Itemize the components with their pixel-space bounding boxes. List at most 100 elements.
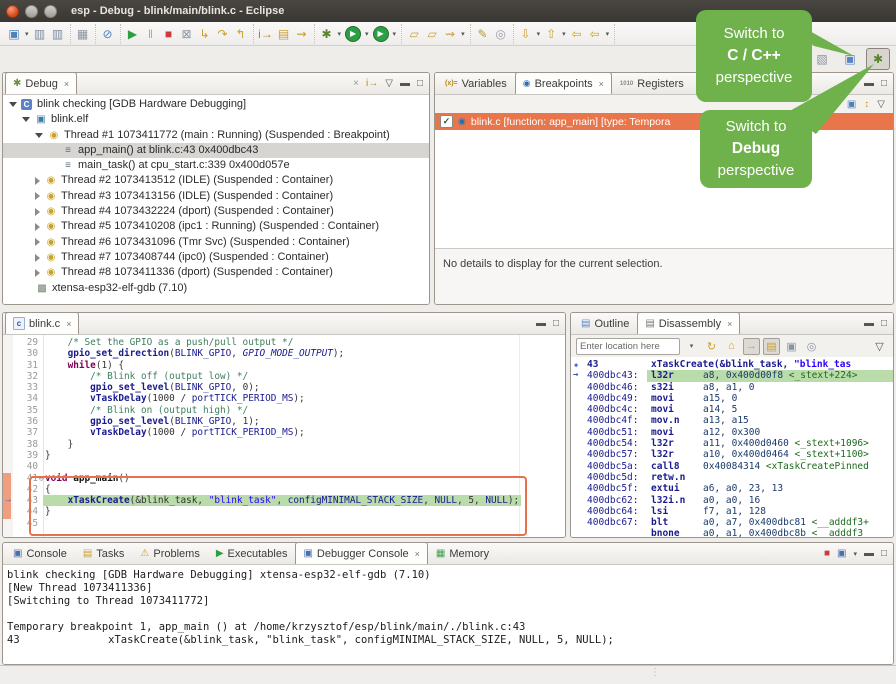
nav-back-icon[interactable]: ⇦ <box>568 25 586 43</box>
tab-memory[interactable]: ▦ Memory <box>428 542 497 564</box>
dropdown-icon[interactable]: ▾ <box>393 30 397 38</box>
dropdown-icon[interactable]: ▾ <box>537 30 541 38</box>
maximize-icon[interactable]: □ <box>881 78 887 89</box>
disasm-instruction[interactable]: 400dbc4f:mov.na13, a15 <box>571 415 893 426</box>
maximize-icon[interactable]: □ <box>881 548 887 559</box>
expand-arrow-icon[interactable] <box>35 192 40 200</box>
step-into-icon[interactable]: ↳ <box>196 25 214 43</box>
code-line[interactable]: 33 gpio_set_level(BLINK_GPIO, 0); <box>3 382 565 393</box>
view-menu-icon[interactable]: ▽ <box>877 99 885 110</box>
cpp-perspective-button[interactable]: ▣ <box>838 48 862 70</box>
disasm-instruction[interactable]: 400dbc67:blta0, a7, 0x400dbc81 <__adddf3… <box>571 517 893 528</box>
debug-tree-item[interactable]: ≡main_task() at cpu_start.c:339 0x400d05… <box>3 158 429 173</box>
debug-tree-item[interactable]: ▩xtensa-esp32-elf-gdb (7.10) <box>3 281 429 296</box>
resume-icon[interactable]: ▶ <box>124 25 142 43</box>
view-menu-icon[interactable]: ▽ <box>871 338 888 355</box>
disasm-instruction[interactable]: 400dbc57:l32ra10, 0x400d0464 <_stext+110… <box>571 449 893 460</box>
close-icon[interactable]: × <box>599 79 604 89</box>
disasm-instruction[interactable]: 400dbc51:movia12, 0x300 <box>571 427 893 438</box>
code-line[interactable]: 31 while(1) { <box>3 360 565 371</box>
debug-tree-item[interactable]: ◉Thread #6 1073431096 (Tmr Svc) (Suspend… <box>3 235 429 250</box>
tab-console[interactable]: ▣ Console <box>5 542 75 564</box>
run-icon[interactable]: ▶ <box>345 26 361 42</box>
tab-outline[interactable]: ▤ Outline <box>573 312 637 334</box>
debug-tree-item[interactable]: ◉Thread #4 1073432224 (dport) (Suspended… <box>3 204 429 219</box>
code-line[interactable]: 32 /* Blink off (output low) */ <box>3 371 565 382</box>
disasm-instruction[interactable]: 400dbc46:s32ia8, a1, 0 <box>571 382 893 393</box>
open-folder-icon[interactable]: ▱ <box>405 25 423 43</box>
code-line[interactable]: 36 gpio_set_level(BLINK_GPIO, 1); <box>3 416 565 427</box>
minimize-icon[interactable]: ▬ <box>864 318 874 329</box>
breakpoint-row[interactable]: ✓ ◉ blink.c [function: app_main] [type: … <box>435 113 893 130</box>
nav-back-icon[interactable]: ⇦ <box>586 25 604 43</box>
console-dropdown-icon[interactable]: ▾ <box>853 550 857 558</box>
trace-icon[interactable]: ⇝ <box>293 25 311 43</box>
code-line[interactable]: 35 /* Blink on (output high) */ <box>3 405 565 416</box>
save-all-icon[interactable]: ▥ <box>49 25 67 43</box>
new-icon[interactable]: ▣ <box>5 25 23 43</box>
maximize-icon[interactable]: □ <box>417 78 423 89</box>
remove-terminated-icon[interactable]: × <box>353 78 359 89</box>
window-close-icon[interactable] <box>6 5 19 18</box>
disasm-source-line[interactable]: ◆43xTaskCreate(&blink_task, "blink_tas <box>571 359 893 370</box>
home-icon[interactable]: ⌂ <box>723 338 740 355</box>
view-menu-icon[interactable]: ▽ <box>385 78 393 89</box>
disasm-instruction[interactable]: 400dbc5a:call80x40084314 <xTaskCreatePin… <box>571 461 893 472</box>
expand-arrow-icon[interactable] <box>35 177 40 185</box>
minimize-icon[interactable]: ▬ <box>536 318 546 329</box>
editor-content[interactable]: 29 /* Set the GPIO as a push/pull output… <box>3 335 565 537</box>
debug-tree-item[interactable]: ◉Thread #2 1073413512 (IDLE) (Suspended … <box>3 173 429 188</box>
dropdown-icon[interactable]: ▾ <box>338 30 342 38</box>
display-console-icon[interactable]: ▣ <box>837 548 846 559</box>
brush-icon[interactable]: ✎ <box>474 25 492 43</box>
show-instr-icon[interactable]: ▤ <box>275 25 293 43</box>
expand-arrow-icon[interactable] <box>9 102 17 107</box>
tab-debug[interactable]: ✱ Debug × <box>5 72 77 94</box>
tab-blink-c[interactable]: c blink.c × <box>5 312 79 334</box>
debug-tree-item[interactable]: ◉Thread #5 1073410208 (ipc1 : Running) (… <box>3 219 429 234</box>
group-by-icon[interactable]: ↕ <box>864 99 869 110</box>
maximize-icon[interactable]: □ <box>881 318 887 329</box>
globe-icon[interactable]: ◎ <box>492 25 510 43</box>
disasm-instruction[interactable]: →400dbc43:l32ra8, 0x400d00f8 <_stext+224… <box>571 370 893 381</box>
close-icon[interactable]: × <box>415 549 420 559</box>
step-over-icon[interactable]: ↷ <box>214 25 232 43</box>
close-icon[interactable]: × <box>727 319 732 329</box>
code-line[interactable]: 40 <box>3 461 565 472</box>
debugger-console-output[interactable]: blink checking [GDB Hardware Debugging] … <box>3 565 893 664</box>
tab-executables[interactable]: ▶ Executables <box>208 542 296 564</box>
close-icon[interactable]: × <box>66 319 71 329</box>
code-line[interactable]: 37 vTaskDelay(1000 / portTICK_PERIOD_MS)… <box>3 427 565 438</box>
disasm-instruction[interactable]: 400dbc62:l32i.na0, a0, 16 <box>571 495 893 506</box>
ann-up-icon[interactable]: ⇧ <box>542 25 560 43</box>
code-line[interactable]: 39} <box>3 450 565 461</box>
expand-arrow-icon[interactable] <box>35 208 40 216</box>
disasm-instruction[interactable]: 400dbc64:lsif7, a1, 128 <box>571 506 893 517</box>
window-minimize-icon[interactable] <box>25 5 38 18</box>
debug-tree-item[interactable]: ◉Thread #8 1073411336 (dport) (Suspended… <box>3 265 429 280</box>
location-input[interactable] <box>576 338 680 355</box>
location-dropdown-icon[interactable]: ▾ <box>683 338 700 355</box>
disasm-instruction[interactable]: 400dbc49:movia15, 0 <box>571 393 893 404</box>
debug-tree-item[interactable]: Cblink checking [GDB Hardware Debugging] <box>3 97 429 112</box>
flash-icon[interactable]: ⇝ <box>441 25 459 43</box>
breakpoint-checkbox[interactable]: ✓ <box>440 115 453 128</box>
save-icon[interactable]: ▥ <box>31 25 49 43</box>
ann-down-icon[interactable]: ⇩ <box>517 25 535 43</box>
maximize-icon[interactable]: □ <box>553 318 559 329</box>
debug-tree-item[interactable]: ≡app_main() at blink.c:43 0x400dbc43 <box>3 143 429 158</box>
tab-registers[interactable]: 1010 Registers <box>612 72 692 94</box>
window-maximize-icon[interactable] <box>44 5 57 18</box>
open-folder2-icon[interactable]: ▱ <box>423 25 441 43</box>
suspend-icon[interactable]: ‖ <box>142 25 160 43</box>
terminate-icon[interactable]: ■ <box>824 548 830 559</box>
disassembly-content[interactable]: ◆43xTaskCreate(&blink_task, "blink_tas→4… <box>571 357 893 537</box>
expand-arrow-icon[interactable] <box>35 238 40 246</box>
minimize-icon[interactable]: ▬ <box>400 78 410 89</box>
disasm-instruction[interactable]: 400dbc54:l32ra11, 0x400d0460 <_stext+109… <box>571 438 893 449</box>
tab-breakpoints[interactable]: ◉ Breakpoints × <box>515 72 612 94</box>
minimize-icon[interactable]: ▬ <box>864 548 874 559</box>
disasm-instruction[interactable]: 400dbc5f:extuia6, a0, 23, 13 <box>571 483 893 494</box>
sash-handle-icon[interactable]: ⋮ <box>650 667 660 678</box>
build-icon[interactable]: ▦ <box>74 25 92 43</box>
